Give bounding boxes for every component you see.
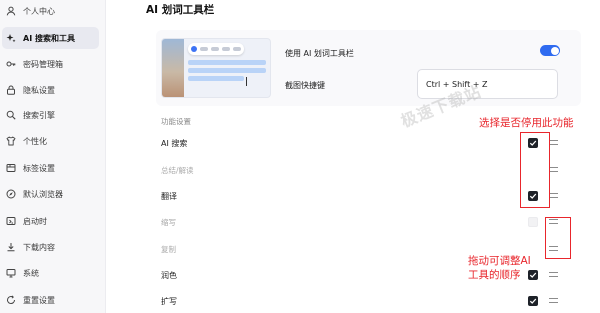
feature-name: 扩写 xyxy=(161,297,177,306)
shirt-icon xyxy=(6,136,16,146)
compass-icon xyxy=(6,189,16,199)
sidebar-item-ai-tools[interactable]: AI 搜索和工具 xyxy=(2,27,99,49)
sidebar-item-label: 启动时 xyxy=(23,216,47,226)
drag-handle-icon[interactable] xyxy=(549,140,558,145)
feature-row-translate: 翻译 xyxy=(156,183,561,209)
feature-name: AI 搜索 xyxy=(161,139,188,148)
feature-row-summary: 总结/解读 xyxy=(156,157,561,183)
sidebar-item-startup[interactable]: 启动时 xyxy=(2,210,99,232)
sidebar: 个人中心 AI 搜索和工具 密码管理箱 隐私设置 搜索引擎 个性化 标签设置 默… xyxy=(0,0,106,313)
feature-row-ai-search: AI 搜索 xyxy=(156,130,561,156)
feature-name: 润色 xyxy=(161,271,177,280)
feature-checkbox[interactable] xyxy=(528,217,538,227)
feature-checkbox[interactable] xyxy=(528,296,538,306)
sidebar-item-label: AI 搜索和工具 xyxy=(23,33,75,43)
drag-handle-icon[interactable] xyxy=(549,298,558,303)
tab-icon xyxy=(6,163,16,173)
feature-name: 总结/解读 xyxy=(161,166,194,175)
preview-toolbar xyxy=(188,43,244,55)
sidebar-item-search-engine[interactable]: 搜索引擎 xyxy=(2,104,99,126)
preview-photo xyxy=(162,39,184,97)
preview-thumbnail xyxy=(161,38,271,98)
sidebar-item-profile[interactable]: 个人中心 xyxy=(2,0,99,22)
reset-icon xyxy=(6,295,16,305)
annotation-drag-hint-line1: 拖动可调整AI xyxy=(468,255,531,267)
text-cursor-icon xyxy=(246,77,247,86)
main-panel: AI 划词工具栏 使用 AI 划词工具栏 截图快捷键 Ctrl + Shift … xyxy=(106,0,600,313)
drag-handle-icon[interactable] xyxy=(549,167,558,172)
sidebar-item-label: 重置设置 xyxy=(23,295,55,305)
feature-name: 复制 xyxy=(161,245,176,254)
sidebar-item-label: 下载内容 xyxy=(23,242,55,252)
hotkey-label: 截图快捷键 xyxy=(285,81,325,90)
user-icon xyxy=(6,6,16,16)
sidebar-item-label: 个性化 xyxy=(23,136,47,146)
section-label: 功能设置 xyxy=(161,117,191,126)
sidebar-item-label: 系统 xyxy=(23,268,39,278)
sidebar-item-label: 默认浏览器 xyxy=(23,189,63,199)
drag-handle-icon[interactable] xyxy=(549,272,558,277)
sidebar-item-label: 搜索引擎 xyxy=(23,110,55,120)
sidebar-item-tabs[interactable]: 标签设置 xyxy=(2,157,99,179)
sidebar-item-default-browser[interactable]: 默认浏览器 xyxy=(2,183,99,205)
sidebar-item-label: 隐私设置 xyxy=(23,85,55,95)
enable-toolbar-label: 使用 AI 划词工具栏 xyxy=(285,49,354,58)
page-title: AI 划词工具栏 xyxy=(146,4,215,16)
annotation-drag-hint-line2: 工具的顺序 xyxy=(468,269,521,281)
feature-name: 翻译 xyxy=(161,192,177,201)
monitor-icon xyxy=(6,268,16,278)
annotation-drag-box xyxy=(545,217,571,259)
annotation-toggle-hint: 选择是否停用此功能 xyxy=(479,117,574,129)
lock-icon xyxy=(6,85,16,95)
search-icon xyxy=(6,110,16,120)
feature-checkbox[interactable] xyxy=(528,270,538,280)
drag-handle-icon[interactable] xyxy=(549,193,558,198)
sidebar-item-privacy[interactable]: 隐私设置 xyxy=(2,79,99,101)
sidebar-item-label: 标签设置 xyxy=(23,163,55,173)
feature-row-abbreviate: 缩写 xyxy=(156,209,561,235)
sidebar-item-downloads[interactable]: 下载内容 xyxy=(2,236,99,258)
sidebar-item-personalize[interactable]: 个性化 xyxy=(2,130,99,152)
feature-name: 缩写 xyxy=(161,218,176,227)
enable-toolbar-toggle[interactable] xyxy=(540,45,560,56)
power-icon xyxy=(6,216,16,226)
key-icon xyxy=(6,59,16,69)
sidebar-item-label: 密码管理箱 xyxy=(23,59,63,69)
sidebar-item-reset[interactable]: 重置设置 xyxy=(2,289,99,311)
sparkle-icon xyxy=(6,33,16,43)
download-icon xyxy=(6,242,16,252)
feature-row-expand: 扩写 xyxy=(156,288,561,313)
sidebar-item-system[interactable]: 系统 xyxy=(2,262,99,284)
sidebar-item-passwords[interactable]: 密码管理箱 xyxy=(2,53,99,75)
annotation-checkbox-box xyxy=(520,132,550,208)
sidebar-item-label: 个人中心 xyxy=(23,6,55,16)
